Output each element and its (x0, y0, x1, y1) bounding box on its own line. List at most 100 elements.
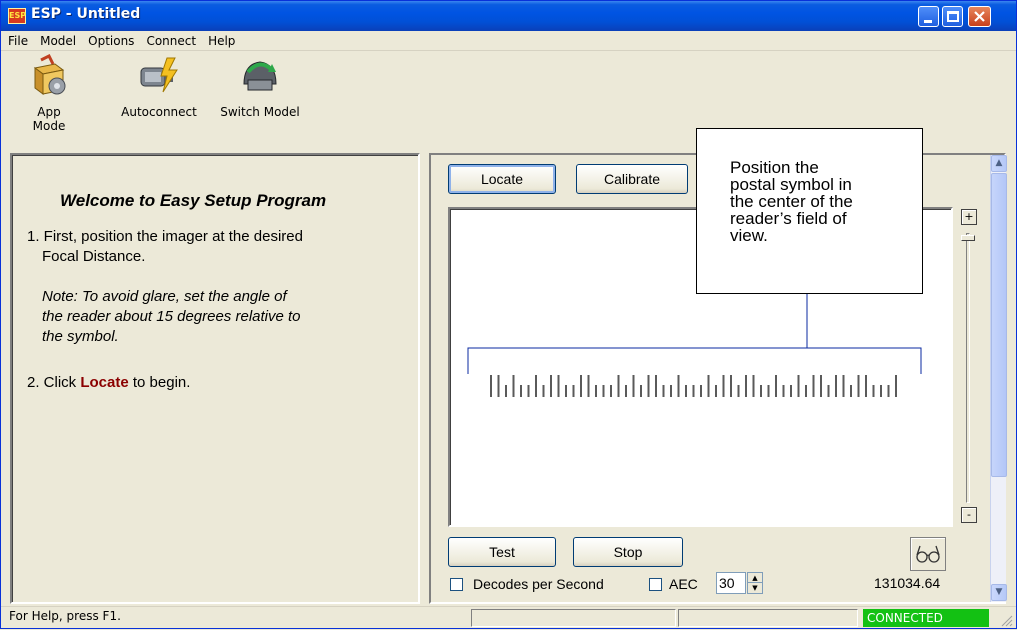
barcode-bar (872, 385, 875, 397)
aec-value-input[interactable]: 30 (716, 572, 746, 594)
barcode-bar (685, 385, 687, 397)
barcode-bar (887, 385, 890, 397)
barcode-bar (595, 385, 597, 397)
scroll-down-button[interactable]: ▼ (991, 584, 1007, 601)
barcode-bar (827, 385, 830, 397)
barcode-bar (790, 385, 792, 397)
barcode-bar (850, 385, 852, 397)
status-pane-1 (471, 609, 676, 627)
callout-line-2: postal symbol in (730, 175, 852, 194)
callout-text: Position the postal symbol in the center… (730, 159, 910, 244)
app-mode-label: App Mode (32, 105, 66, 133)
barcode-bar (572, 385, 575, 397)
test-button[interactable]: Test (448, 537, 556, 567)
scroll-up-button[interactable]: ▲ (991, 155, 1007, 172)
barcode-bar (505, 385, 507, 397)
barcode-bar (760, 385, 762, 397)
barcode-bar (557, 375, 560, 397)
barcode-bar (670, 385, 672, 397)
title-bar[interactable]: ESP ESP - Untitled (1, 1, 1016, 31)
barcode-bar (580, 375, 582, 397)
barcode-bar (610, 385, 612, 397)
barcode-bar (857, 375, 860, 397)
zoom-slider-track[interactable] (966, 233, 970, 503)
callout-line-4: reader’s field of (730, 209, 847, 228)
spin-up-icon[interactable]: ▲ (748, 573, 762, 583)
decodes-per-second-label: Decodes per Second (473, 576, 604, 592)
step-2-prefix: 2. Click (27, 374, 81, 391)
barcode-bar (640, 385, 642, 397)
barcode-bar (602, 385, 605, 397)
barcode-bar (715, 385, 717, 397)
step-2: 2. Click Locate to begin. (27, 373, 190, 393)
aec-spinner[interactable]: ▲ ▼ (747, 572, 763, 594)
view-glasses-button[interactable] (910, 537, 946, 571)
barcode-bar (737, 385, 740, 397)
status-help-text: For Help, press F1. (9, 609, 121, 623)
barcode-bar (655, 375, 657, 397)
maximize-button[interactable] (942, 6, 963, 27)
reading-value: 131034.64 (874, 575, 941, 591)
instructions-panel: Welcome to Easy Setup Program 1. First, … (10, 153, 420, 604)
switch-model-button[interactable]: Switch Model (213, 54, 307, 119)
barcode-bar (565, 385, 567, 397)
stop-button[interactable]: Stop (573, 537, 683, 567)
barcode-bar (730, 375, 732, 397)
postal-barcode (490, 375, 897, 397)
zoom-slider-thumb[interactable] (961, 235, 975, 241)
barcode-bar (722, 375, 725, 397)
barcode-bar (880, 385, 882, 397)
menu-file[interactable]: File (1, 31, 33, 48)
switch-model-label: Switch Model (220, 105, 300, 119)
barcode-bar (692, 385, 695, 397)
barcode-bar (820, 375, 822, 397)
menu-model[interactable]: Model (33, 31, 81, 48)
scroll-thumb[interactable] (991, 173, 1007, 477)
note-line-3: the symbol. (42, 328, 119, 345)
callout-box: Position the postal symbol in the center… (696, 128, 923, 294)
barcode-bar (662, 385, 665, 397)
app-mode-button[interactable]: App Mode (20, 53, 78, 133)
menu-connect[interactable]: Connect (139, 31, 201, 48)
decodes-per-second-checkbox[interactable] (450, 578, 463, 591)
autoconnect-label: Autoconnect (121, 105, 197, 119)
barcode-bar (700, 385, 702, 397)
barcode-bar (617, 375, 620, 397)
barcode-bar (782, 385, 785, 397)
barcode-bar (865, 375, 867, 397)
barcode-bar (542, 385, 545, 397)
barcode-bar (797, 375, 800, 397)
calibrate-button[interactable]: Calibrate (576, 164, 688, 194)
zoom-out-button[interactable]: - (961, 507, 977, 523)
esp-app-icon: ESP (8, 8, 26, 24)
barcode-bar (647, 375, 650, 397)
barcode-bar (550, 375, 552, 397)
connection-status: CONNECTED (863, 609, 989, 627)
step-1-line-1: 1. First, position the imager at the des… (27, 228, 303, 245)
note-line-2: the reader about 15 degrees relative to (42, 308, 301, 325)
callout-line-1: Position the (730, 158, 819, 177)
callout-line-5: view. (730, 226, 768, 245)
resize-grip-icon[interactable] (999, 613, 1013, 627)
barcode-bar (835, 375, 837, 397)
barcode-bar (535, 375, 537, 397)
spin-down-icon[interactable]: ▼ (748, 583, 762, 593)
barcode-bar (497, 375, 500, 397)
status-pane-2 (678, 609, 858, 627)
barcode-bar (520, 385, 522, 397)
menu-bar: File Model Options Connect Help (1, 31, 1016, 51)
close-button[interactable] (968, 6, 991, 27)
zoom-in-button[interactable]: + (961, 209, 977, 225)
autoconnect-button[interactable]: Autoconnect (113, 54, 205, 119)
aec-checkbox[interactable] (649, 578, 662, 591)
note-line-1: Note: To avoid glare, set the angle of (42, 288, 287, 305)
menu-options[interactable]: Options (81, 31, 139, 48)
step-1-line-2: Focal Distance. (42, 248, 146, 265)
autoconnect-icon (140, 57, 178, 93)
locate-button[interactable]: Locate (448, 164, 556, 194)
vertical-scrollbar[interactable]: ▲ ▼ (990, 155, 1007, 602)
minimize-button[interactable] (918, 6, 939, 27)
menu-help[interactable]: Help (201, 31, 240, 48)
barcode-bar (805, 385, 807, 397)
step-2-suffix: to begin. (128, 374, 191, 391)
